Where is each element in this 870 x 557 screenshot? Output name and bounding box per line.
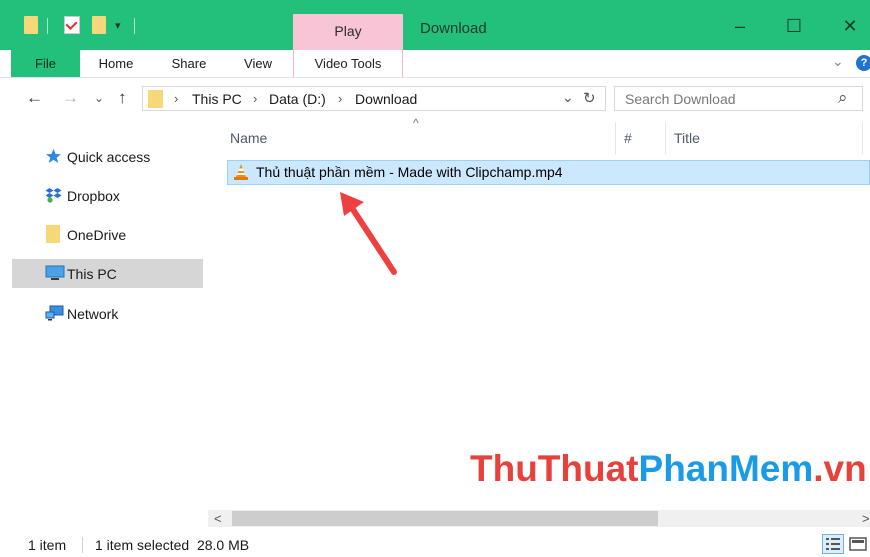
customize-quick-access-icon[interactable]: ▾ <box>115 19 121 32</box>
breadcrumb-separator[interactable]: › <box>338 91 342 106</box>
sidebar-item-network[interactable]: Network <box>12 299 203 328</box>
tab-video-tools[interactable]: Video Tools <box>293 50 403 77</box>
computer-icon <box>45 265 65 281</box>
refresh-icon[interactable]: ↻ <box>583 89 596 107</box>
column-header-row <box>208 118 870 156</box>
column-header-number[interactable]: # <box>624 130 632 146</box>
annotation-arrow-icon <box>332 188 402 281</box>
tab-file[interactable]: File <box>11 50 80 77</box>
folder-icon <box>148 90 163 108</box>
divider <box>47 18 48 34</box>
sidebar-item-this-pc[interactable]: This PC <box>12 259 203 288</box>
sidebar-item-label: OneDrive <box>67 227 127 243</box>
search-icon[interactable]: ⌕ <box>838 88 848 108</box>
help-icon[interactable]: ? <box>856 55 870 71</box>
star-icon <box>45 148 62 164</box>
properties-icon[interactable] <box>64 16 80 34</box>
sidebar-item-dropbox[interactable]: Dropbox <box>12 181 203 210</box>
search-placeholder: Search Download <box>625 91 736 107</box>
watermark-part: ThuThuat <box>470 448 639 489</box>
status-selection: 1 item selected 28.0 MB <box>95 537 250 553</box>
breadcrumb-this-pc[interactable]: This PC <box>192 91 242 107</box>
sidebar-item-onedrive[interactable]: OneDrive <box>12 220 203 249</box>
large-icons-view-button[interactable] <box>848 534 868 554</box>
dropbox-icon <box>45 187 62 203</box>
network-icon <box>45 305 64 321</box>
sidebar-item-label: This PC <box>67 266 117 282</box>
address-dropdown-icon[interactable]: ⌄ <box>562 89 574 106</box>
column-header-name[interactable]: Name <box>230 130 267 146</box>
column-divider[interactable] <box>665 122 666 154</box>
tab-home[interactable]: Home <box>88 50 144 77</box>
tab-view[interactable]: View <box>232 50 284 77</box>
sidebar-item-quick-access[interactable]: Quick access <box>12 142 203 171</box>
details-view-button[interactable] <box>822 534 844 554</box>
minimize-button[interactable]: – <box>722 12 758 40</box>
breadcrumb-data-drive[interactable]: Data (D:) <box>269 91 326 107</box>
sidebar-item-label: Quick access <box>67 149 151 165</box>
contextual-tab-label: Play <box>334 23 362 39</box>
watermark-logo: ThuThuatPhanMem.vn <box>470 448 867 490</box>
recent-locations-button[interactable]: ⌄ <box>94 91 104 105</box>
maximize-button[interactable]: ☐ <box>776 12 812 40</box>
folder-icon[interactable] <box>24 16 38 34</box>
column-divider[interactable] <box>862 122 863 154</box>
breadcrumb-separator[interactable]: › <box>253 91 257 106</box>
breadcrumb-download[interactable]: Download <box>355 91 417 107</box>
sidebar-item-label: Dropbox <box>67 188 120 204</box>
tab-share[interactable]: Share <box>161 50 217 77</box>
window-title: Download <box>420 20 487 37</box>
column-header-title[interactable]: Title <box>674 130 700 146</box>
sort-ascending-icon: ^ <box>413 116 419 130</box>
new-folder-icon[interactable] <box>92 16 106 34</box>
expand-ribbon-icon[interactable]: ⌄ <box>832 53 844 70</box>
scroll-right-button[interactable]: > <box>862 511 870 526</box>
close-button[interactable]: ✕ <box>832 12 868 40</box>
vlc-cone-icon <box>233 163 249 184</box>
scroll-left-button[interactable]: < <box>214 511 222 526</box>
forward-button[interactable]: → <box>62 88 79 108</box>
divider <box>134 18 135 34</box>
file-name[interactable]: Thủ thuật phần mềm - Made with Clipchamp… <box>256 164 563 180</box>
column-divider[interactable] <box>615 122 616 154</box>
status-item-count: 1 item <box>28 537 67 553</box>
sidebar-item-label: Network <box>67 306 119 322</box>
watermark-part: PhanMem <box>638 448 814 489</box>
divider <box>82 537 83 553</box>
scrollbar-thumb[interactable] <box>232 511 658 526</box>
watermark-part: .vn <box>813 448 867 489</box>
folder-icon <box>46 225 60 243</box>
breadcrumb-separator[interactable]: › <box>174 91 178 106</box>
up-button[interactable]: ↑ <box>118 88 127 108</box>
back-button[interactable]: ← <box>26 88 43 108</box>
